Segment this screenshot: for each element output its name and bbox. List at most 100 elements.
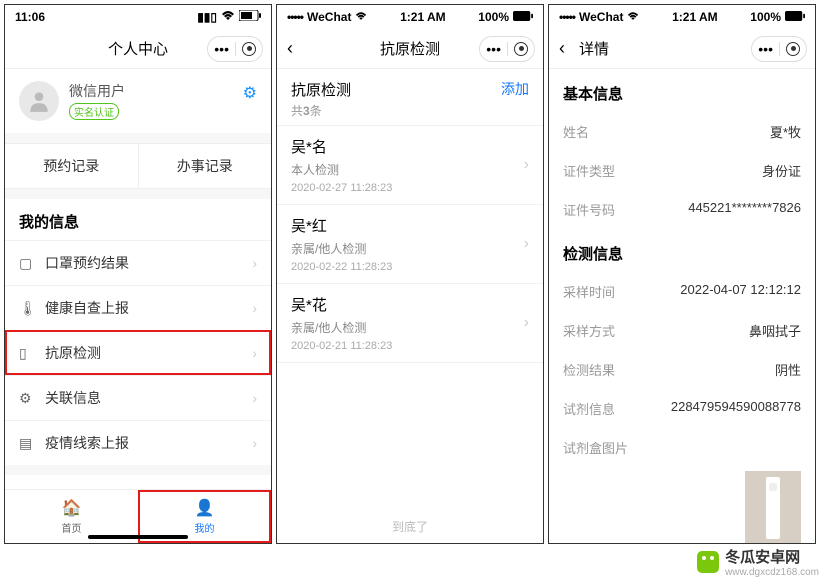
status-time: 11:06 (15, 10, 45, 24)
page-title: 详情 (579, 38, 609, 59)
wifi-icon (355, 10, 367, 24)
tab-label: 首页 (62, 520, 82, 535)
status-bar: ••••• WeChat 1:21 AM 100% (549, 5, 815, 29)
add-button[interactable]: 添加 (501, 79, 529, 99)
list-end: 到底了 (277, 510, 543, 543)
list-count: 共3条 (291, 102, 351, 119)
status-bar: ••••• WeChat 1:21 AM 100% (277, 5, 543, 29)
title-actions: ••• (207, 36, 263, 62)
row-label: 关联信息 (45, 388, 252, 408)
row-health-report[interactable]: 🌡 健康自查上报 › (5, 285, 271, 330)
screen-antigen-list: ••••• WeChat 1:21 AM 100% ‹ 抗原检测 ••• (276, 4, 544, 544)
title-bar: ‹ 详情 ••• (549, 29, 815, 69)
kv-sample-method: 采样方式 鼻咽拭子 (563, 311, 801, 350)
page-title: 个人中心 (108, 38, 168, 59)
record-tabs: 预约记录 办事记录 (5, 143, 271, 189)
wifi-icon (221, 10, 235, 24)
section-title-basic: 基本信息 (563, 69, 801, 112)
list-header: 抗原检测 共3条 添加 (277, 69, 543, 126)
kv-key: 证件号码 (563, 200, 615, 219)
record-item[interactable]: 吴*红 亲属/他人检测 2020-02-22 11:28:23 › (277, 205, 543, 284)
kv-idtype: 证件类型 身份证 (563, 151, 801, 190)
capsule-divider (779, 42, 780, 56)
chevron-right-icon: › (252, 435, 257, 451)
carrier: WeChat (307, 10, 351, 24)
home-icon: 🏠 (62, 498, 82, 518)
mask-icon: ▢ (19, 255, 37, 272)
kv-key: 采样时间 (563, 282, 615, 301)
back-button[interactable]: ‹ (287, 38, 293, 59)
kv-key: 试剂信息 (563, 399, 615, 418)
record-item[interactable]: 吴*名 本人检测 2020-02-27 11:28:23 › (277, 126, 543, 205)
chevron-right-icon: › (524, 156, 529, 174)
capsule-divider (235, 42, 236, 56)
capsule-divider (507, 42, 508, 56)
record-time: 2020-02-22 11:28:23 (291, 261, 529, 273)
back-button[interactable]: ‹ (559, 38, 565, 59)
tab-affairs[interactable]: 办事记录 (138, 144, 272, 188)
kv-value: 夏*牧 (770, 122, 801, 141)
tab-label: 我的 (195, 520, 215, 535)
kv-value: 鼻咽拭子 (749, 321, 801, 340)
battery-icon (513, 10, 533, 24)
user-icon: 👤 (195, 498, 215, 518)
status-right: ▮▮▯ (197, 10, 261, 24)
row-label: 疫情线索上报 (45, 433, 252, 453)
row-antigen-test[interactable]: ▯ 抗原检测 › (5, 330, 271, 375)
wechat-capsule[interactable]: ••• (479, 36, 535, 62)
row-mask-result[interactable]: ▢ 口罩预约结果 › (5, 240, 271, 285)
watermark-logo-icon (697, 551, 719, 573)
row-link-info[interactable]: ⚙ 关联信息 › (5, 375, 271, 420)
record-name: 吴*红 (291, 215, 529, 236)
kv-result: 检测结果 阴性 (563, 350, 801, 389)
row-label: 口罩预约结果 (45, 253, 252, 273)
close-target-icon (786, 42, 800, 56)
section-title-myinfo: 我的信息 (5, 199, 271, 240)
profile-card[interactable]: 微信用户 实名认证 ⚙ (5, 69, 271, 133)
chevron-right-icon: › (252, 345, 257, 361)
gear-small-icon: ⚙ (19, 390, 37, 407)
kit-image[interactable] (745, 471, 801, 543)
record-name: 吴*名 (291, 136, 529, 157)
title-actions: ••• (479, 36, 535, 62)
status-time: 1:21 AM (672, 10, 718, 24)
gear-icon[interactable]: ⚙ (243, 83, 257, 103)
record-item[interactable]: 吴*花 亲属/他人检测 2020-02-21 11:28:23 › (277, 284, 543, 363)
kv-key: 姓名 (563, 122, 589, 141)
battery-pct: 100% (750, 10, 781, 24)
record-time: 2020-02-27 11:28:23 (291, 182, 529, 194)
kv-key: 采样方式 (563, 321, 615, 340)
chevron-right-icon: › (252, 300, 257, 316)
battery-icon (239, 10, 261, 24)
row-epidemic-clue[interactable]: ▤ 疫情线索上报 › (5, 420, 271, 465)
carrier: WeChat (579, 10, 623, 24)
title-bar: 个人中心 ••• (5, 29, 271, 69)
watermark-name: 冬瓜安卓网 (725, 546, 819, 567)
kv-reagent: 试剂信息 228479594590088778 (563, 389, 801, 428)
tab-reservation[interactable]: 预约记录 (5, 144, 138, 188)
signal-icon: ••••• (559, 10, 575, 24)
record-type: 亲属/他人检测 (291, 240, 529, 257)
screen3-body: 基本信息 姓名 夏*牧 证件类型 身份证 证件号码 445221********… (549, 69, 815, 543)
battery-pct: 100% (478, 10, 509, 24)
screen2-body: 抗原检测 共3条 添加 吴*名 本人检测 2020-02-27 11:28:23… (277, 69, 543, 543)
row-label: 抗原检测 (45, 343, 252, 363)
section-myinfo: 我的信息 ▢ 口罩预约结果 › 🌡 健康自查上报 › ▯ 抗原检测 › ⚙ 关联… (5, 199, 271, 465)
wechat-capsule[interactable]: ••• (207, 36, 263, 62)
chevron-right-icon: › (252, 255, 257, 271)
section-prevent: 防疫管理 ▦ 工作台 › (5, 475, 271, 489)
kv-value: 阴性 (775, 360, 801, 379)
row-label: 健康自查上报 (45, 298, 252, 318)
screen-personal-center: 11:06 ▮▮▯ 个人中心 ••• 微信用户 (4, 4, 272, 544)
menu-icon: ••• (486, 42, 501, 56)
watermark-url: www.dgxcdz168.com (725, 567, 819, 578)
record-type: 本人检测 (291, 161, 529, 178)
close-target-icon (242, 42, 256, 56)
kv-name: 姓名 夏*牧 (563, 112, 801, 151)
signal-icon: ••••• (287, 10, 303, 24)
chevron-right-icon: › (524, 314, 529, 332)
section-title-test: 检测信息 (563, 229, 801, 272)
document-icon: ▤ (19, 435, 37, 452)
wechat-capsule[interactable]: ••• (751, 36, 807, 62)
kv-key: 证件类型 (563, 161, 615, 180)
